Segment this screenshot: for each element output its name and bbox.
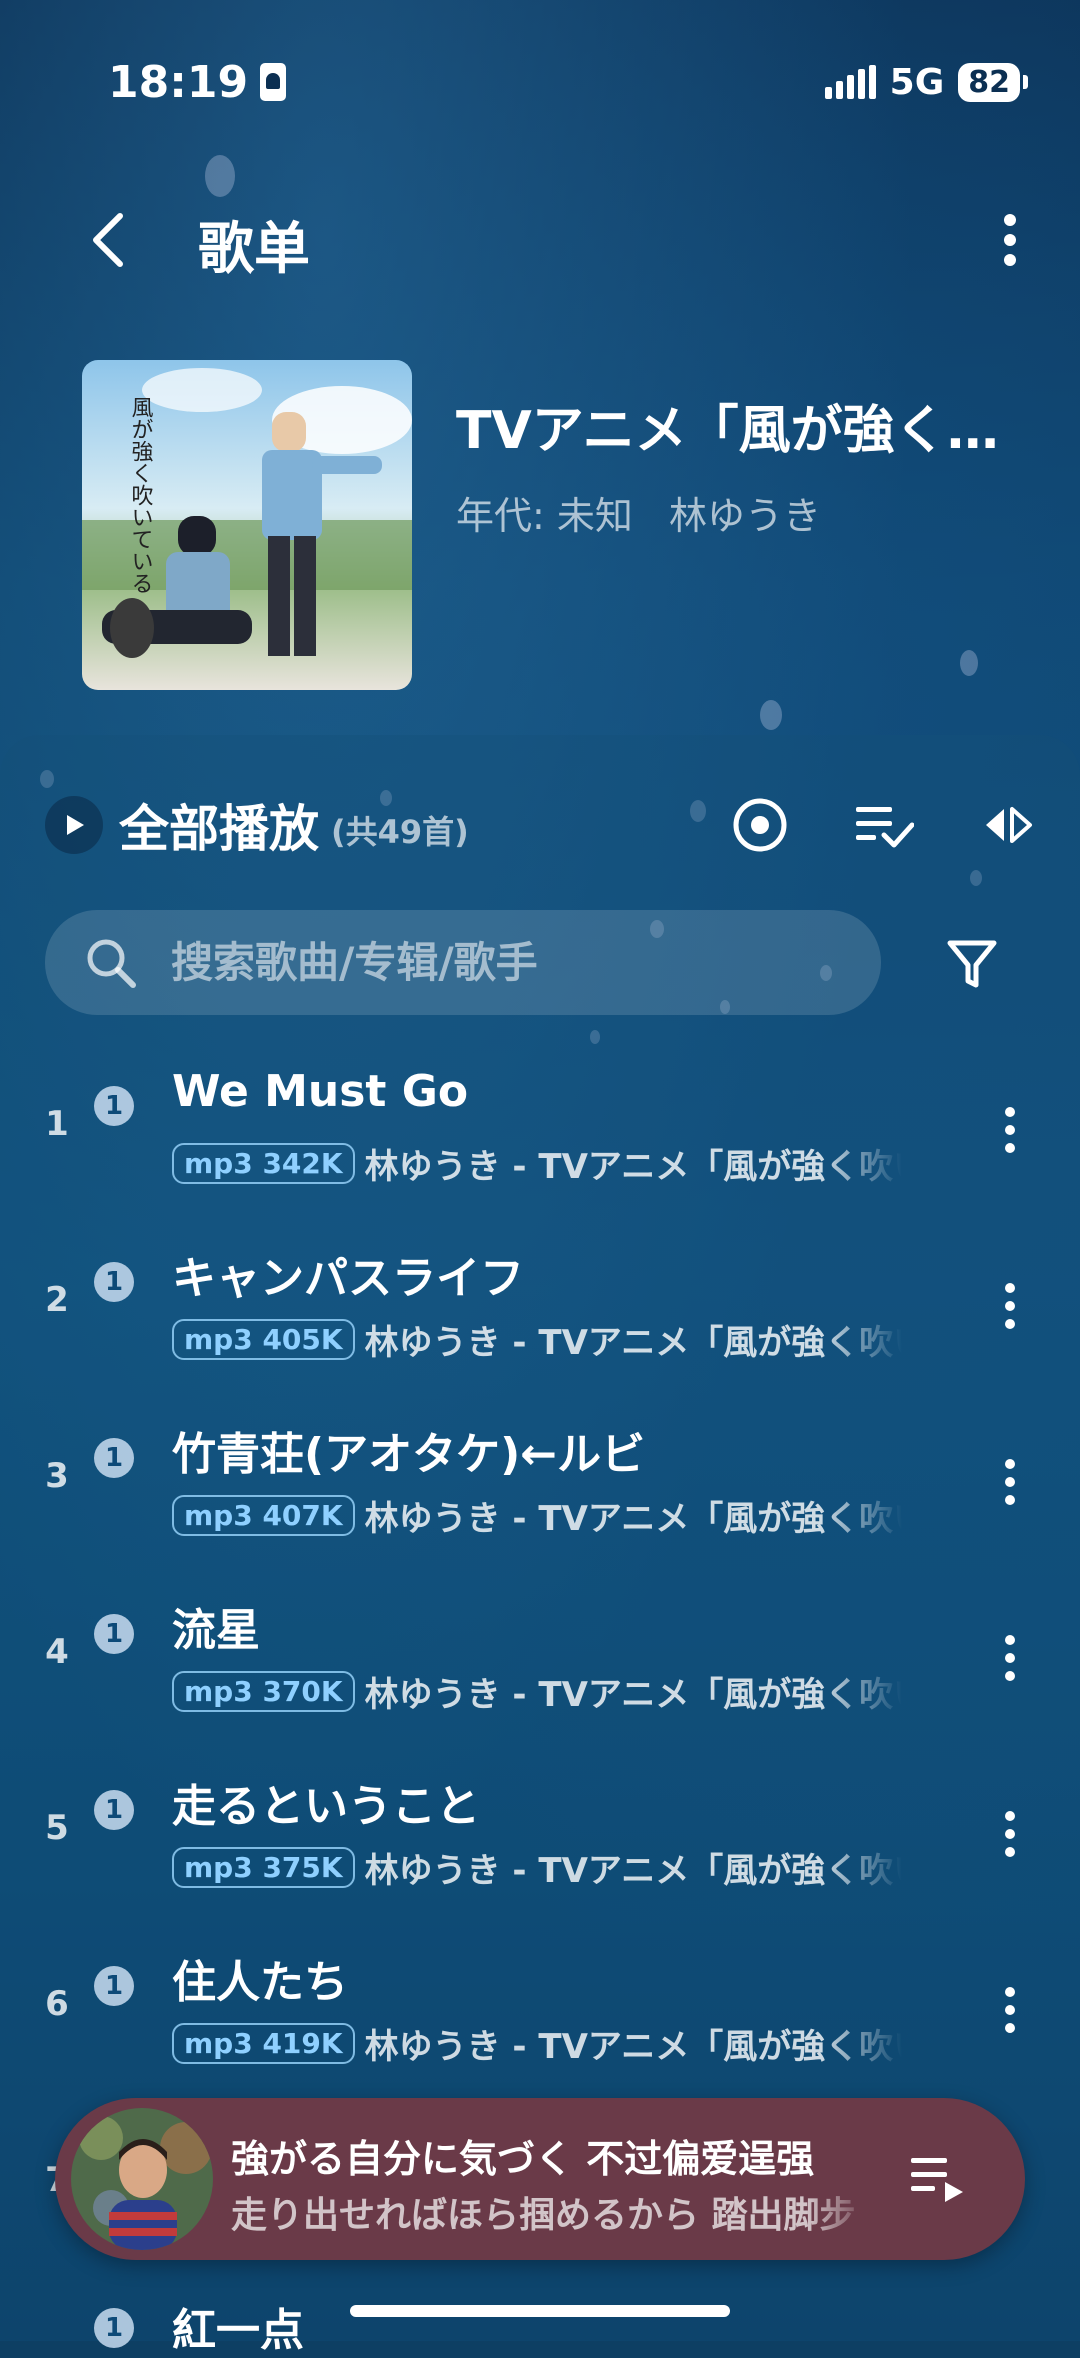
status-time: 18:19: [108, 56, 287, 108]
top-app-bar: 歌单: [0, 190, 1080, 290]
song-title: 流星: [172, 1605, 260, 1656]
song-number: 1: [45, 1104, 69, 1144]
svg-text:風が強く吹いている: 風が強く吹いている: [128, 396, 154, 594]
quality-badge: 1: [94, 1966, 134, 2006]
quality-badge: 1: [94, 2308, 134, 2348]
format-tag: mp3 419K: [172, 2022, 355, 2064]
home-indicator[interactable]: [350, 2305, 730, 2317]
network-type: 5G: [889, 61, 945, 103]
quality-badge: 1: [94, 1614, 134, 1654]
battery-icon: 82: [958, 62, 1028, 102]
quality-badge: 1: [94, 1086, 134, 1126]
format-tag: mp3 370K: [172, 1670, 355, 1712]
page-title: 歌单: [198, 217, 310, 282]
song-more-icon[interactable]: [1000, 1454, 1020, 1510]
lyric-current-line: 強がる自分に気づく 不过偏爱逞强: [231, 2137, 815, 2181]
song-title: 住人たち: [172, 1957, 348, 2008]
song-subtitle: 林ゆうき - TVアニメ「風が強く吹いている」: [364, 1850, 902, 1891]
song-number: 6: [45, 1984, 69, 2024]
song-number: 5: [45, 1808, 69, 1848]
song-more-icon[interactable]: [1000, 1102, 1020, 1158]
song-subtitle: 林ゆうき - TVアニメ「風が強く吹いている」: [364, 2026, 902, 2067]
song-title: We Must Go: [172, 1066, 469, 1117]
song-subtitle: 林ゆうき - TVアニメ「風が強く吹いている」: [364, 1674, 902, 1715]
album-year: 年代: 未知: [456, 494, 633, 538]
play-all-button[interactable]: [45, 796, 103, 854]
song-title: 走るということ: [172, 1781, 480, 1832]
quality-badge: 1: [94, 1262, 134, 1302]
song-row[interactable]: 2 1 キャンパスライフ mp3 405K林ゆうき - TVアニメ「風が強く吹い…: [0, 1228, 1080, 1404]
song-title: 竹青荘(アオタケ)←ルビ: [172, 1429, 646, 1480]
locate-playing-button[interactable]: [728, 793, 792, 857]
quality-badge: 1: [94, 1790, 134, 1830]
signal-icon: [824, 65, 876, 99]
multi-select-button[interactable]: [852, 793, 916, 857]
format-tag: mp3 407K: [172, 1494, 355, 1536]
play-all-bar: 全部播放 (共49首): [45, 785, 1040, 865]
quality-badge: 1: [94, 1438, 134, 1478]
song-row[interactable]: 6 1 住人たち mp3 419K林ゆうき - TVアニメ「風が強く吹いている」: [0, 1932, 1080, 2108]
now-playing-artwork[interactable]: [71, 2108, 213, 2250]
search-icon: [87, 939, 136, 988]
search-bar[interactable]: [45, 910, 881, 1015]
clock: 18:19: [108, 56, 249, 108]
format-tag: mp3 342K: [172, 1142, 355, 1184]
album-artist[interactable]: 林ゆうき: [669, 494, 821, 538]
list-check-icon: [856, 807, 914, 848]
back-arrow-icon[interactable]: [88, 210, 128, 270]
play-icon: [67, 815, 84, 835]
lyric-next-line: 走り出せればほら掴めるから 踏出脚步: [231, 2195, 856, 2236]
format-tag: mp3 405K: [172, 1318, 355, 1360]
song-more-icon[interactable]: [1000, 1982, 1020, 2038]
song-more-icon[interactable]: [1000, 1806, 1020, 1862]
play-all-label[interactable]: 全部播放: [119, 789, 319, 861]
sim-icon: [260, 63, 287, 101]
song-number: 4: [45, 1632, 69, 1672]
more-options-icon[interactable]: [1000, 212, 1020, 268]
sort-button[interactable]: [976, 793, 1040, 857]
album-title: TVアニメ「風が強く吹いている」オリジナル・サウンドトラック: [456, 401, 1016, 461]
song-row[interactable]: 1 紅一点: [0, 2290, 1080, 2356]
search-input[interactable]: [169, 937, 823, 988]
filter-icon[interactable]: [944, 935, 1000, 991]
mini-player[interactable]: 強がる自分に気づく 不过偏爱逞强 走り出せればほら掴めるから 踏出脚步: [55, 2098, 1025, 2260]
song-row[interactable]: 1 1 We Must Go mp3 342K 林ゆうき - TVアニメ「風が強く…: [0, 1052, 1080, 1228]
album-cover[interactable]: 風が強く吹いている: [82, 360, 412, 690]
album-meta: 年代: 未知 林ゆうき: [456, 485, 821, 540]
song-more-icon[interactable]: [1000, 1630, 1020, 1686]
song-number: 2: [45, 1280, 69, 1320]
status-bar: 18:19 5G 82: [108, 52, 1028, 112]
song-row[interactable]: 4 1 流星 mp3 370K林ゆうき - TVアニメ「風が強く吹いている」: [0, 1580, 1080, 1756]
song-row[interactable]: 5 1 走るということ mp3 375K林ゆうき - TVアニメ「風が強く吹いて…: [0, 1756, 1080, 1932]
sort-arrows-icon: [986, 807, 1032, 843]
song-subtitle: 林ゆうき - TVアニメ「風が強く吹いている」: [364, 1322, 902, 1363]
song-count: (共49首): [331, 813, 469, 851]
song-row[interactable]: 3 1 竹青荘(アオタケ)←ルビ mp3 407K 林ゆうき - TVアニメ「風が…: [0, 1404, 1080, 1580]
format-tag: mp3 375K: [172, 1846, 355, 1888]
song-subtitle: 林ゆうき - TVアニメ「風が強く吹いている」: [364, 1146, 902, 1187]
song-subtitle: 林ゆうき - TVアニメ「風が強く吹いている」: [364, 1498, 902, 1539]
playlist-queue-icon[interactable]: [907, 2148, 967, 2208]
song-number: 3: [45, 1456, 69, 1496]
song-more-icon[interactable]: [1000, 1278, 1020, 1334]
song-title: 紅一点: [172, 2305, 304, 2356]
target-icon: [733, 798, 787, 852]
song-title: キャンパスライフ: [172, 1253, 524, 1304]
